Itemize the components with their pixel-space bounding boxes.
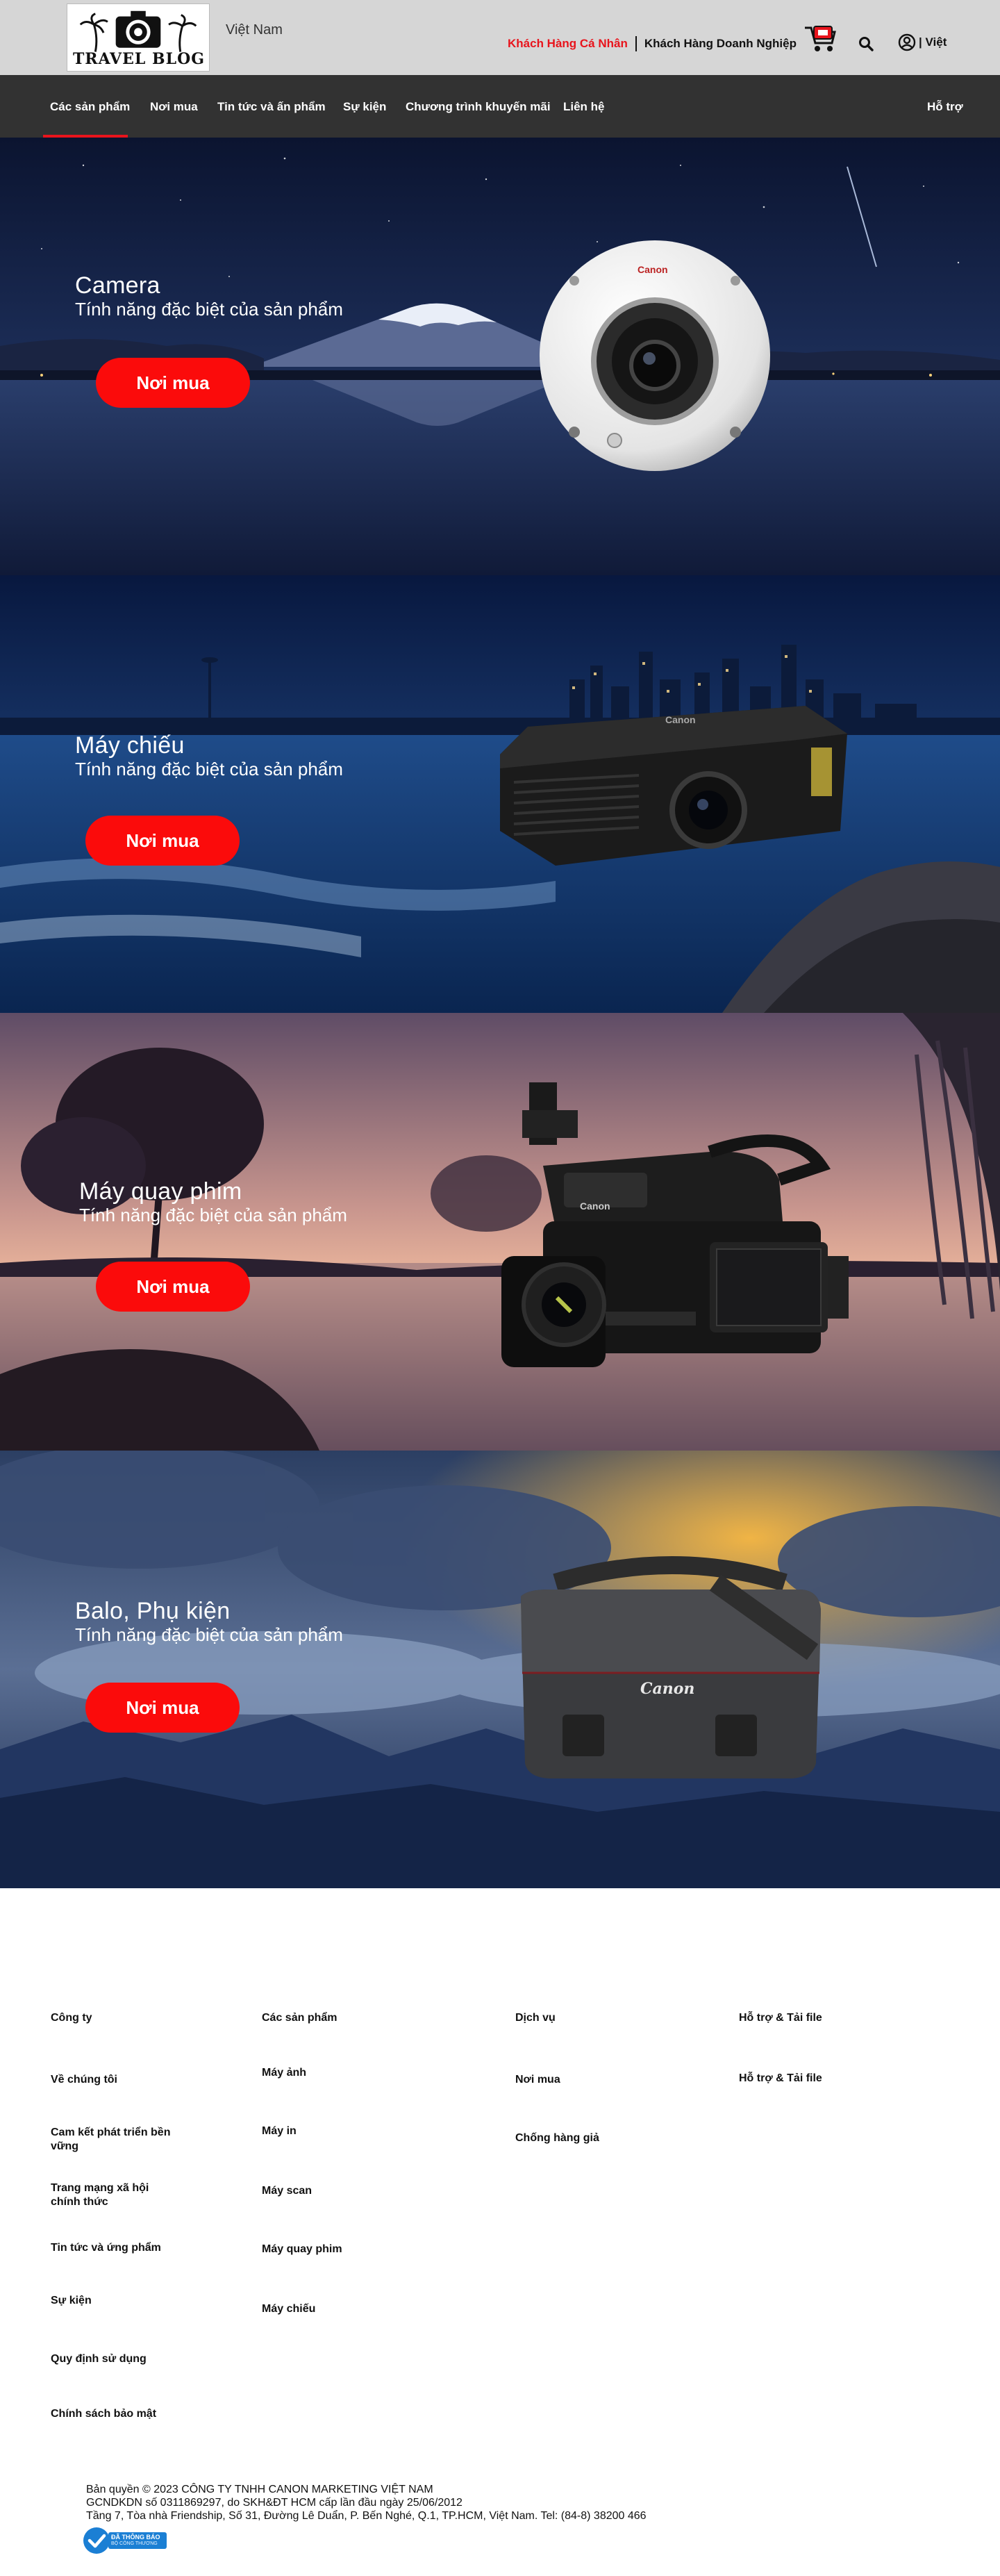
hero-subtitle: Tính năng đặc biệt của sản phẩm xyxy=(79,1205,347,1225)
dome-camera-brand: Canon xyxy=(638,264,668,275)
business-registration-line: GCNDKDN số 0311869297, do SKH&ĐT HCM cấp… xyxy=(86,2497,462,2509)
footer-col-title-company: Công ty xyxy=(51,2012,92,2024)
cart-icon[interactable] xyxy=(803,24,838,53)
footer-link-scanners[interactable]: Máy scan xyxy=(262,2184,312,2198)
hero-title: Balo, Phụ kiện xyxy=(75,1598,231,1624)
footer-link-projectors[interactable]: Máy chiếu xyxy=(262,2302,315,2316)
business-customer-link[interactable]: Khách Hàng Doanh Nghiệp xyxy=(644,37,797,51)
nav-item-promotions[interactable]: Chương trình khuyến mãi xyxy=(406,100,551,114)
user-account-icon[interactable] xyxy=(898,33,916,51)
badge-subtitle: BỘ CÔNG THƯƠNG xyxy=(111,2541,158,2546)
search-icon[interactable] xyxy=(858,36,874,51)
nav-item-support[interactable]: Hỗ trợ xyxy=(927,100,963,114)
bag-brand-logo: Canon xyxy=(640,1680,695,1698)
personal-customer-link[interactable]: Khách Hàng Cá Nhân xyxy=(508,37,628,51)
site-logo[interactable]: TRAVEL BLOG xyxy=(67,3,210,72)
hero-banner-bag: Canon Balo, Phụ kiện Tính năng đặc biệt … xyxy=(0,1451,1000,1888)
footer-link-where-to-buy[interactable]: Nơi mua xyxy=(515,2073,560,2087)
where-to-buy-button[interactable]: Nơi mua xyxy=(96,358,250,408)
footer-link-terms[interactable]: Quy định sử dụng xyxy=(51,2352,147,2366)
footer-link-anti-counterfeit[interactable]: Chống hàng giả xyxy=(515,2131,599,2145)
footer-col-title-support: Hỗ trợ & Tải file xyxy=(739,2012,822,2024)
nav-item-events[interactable]: Sự kiện xyxy=(343,100,386,114)
nav-item-contact[interactable]: Liên hệ xyxy=(563,100,605,114)
camcorder-brand: Canon xyxy=(580,1200,610,1212)
night-lake-mountain-background xyxy=(0,138,1000,575)
where-to-buy-button[interactable]: Nơi mua xyxy=(85,1683,240,1733)
hero-title: Máy quay phim xyxy=(79,1178,242,1205)
logo-text: TRAVEL BLOG xyxy=(72,50,206,68)
footer-col-title-products: Các sản phẩm xyxy=(262,2012,338,2024)
footer-link-cameras[interactable]: Máy ảnh xyxy=(262,2066,306,2080)
audience-links: Khách Hàng Cá Nhân Khách Hàng Doanh Nghi… xyxy=(508,36,797,51)
nav-item-news[interactable]: Tin tức và ấn phẩm xyxy=(217,100,326,114)
address-line: Tầng 7, Tòa nhà Friendship, Số 31, Đường… xyxy=(86,2510,647,2522)
copyright-line: Bản quyền © 2023 CÔNG TY TNHH CANON MARK… xyxy=(86,2484,433,2495)
copyright-block: Bản quyền © 2023 CÔNG TY TNHH CANON MARK… xyxy=(86,2483,647,2523)
footer-link-printers[interactable]: Máy in xyxy=(262,2124,297,2138)
hero-banner-projector: Canon Máy chiếu Tính năng đặc biệt của s… xyxy=(0,575,1000,1013)
where-to-buy-button[interactable]: Nơi mua xyxy=(85,816,240,866)
footer-link-sustainability[interactable]: Cam kết phát triển bền vững xyxy=(51,2126,190,2154)
language-selector[interactable]: | Việt xyxy=(919,35,947,49)
projector-brand: Canon xyxy=(665,714,696,725)
clouds-mountains-background xyxy=(0,1451,1000,1888)
camcorder-image xyxy=(501,1082,849,1367)
where-to-buy-button[interactable]: Nơi mua xyxy=(96,1262,250,1312)
footer-link-camcorders[interactable]: Máy quay phim xyxy=(262,2243,342,2256)
hero-banner-camera: Canon Camera Tính năng đặc biệt của sản … xyxy=(0,138,1000,575)
check-badge-icon xyxy=(83,2527,167,2554)
nav-item-where-to-buy[interactable]: Nơi mua xyxy=(150,100,198,114)
camera-bag-image xyxy=(521,1556,821,1778)
footer-link-events[interactable]: Sự kiện xyxy=(51,2294,92,2308)
hero-subtitle: Tính năng đặc biệt của sản phẩm xyxy=(75,299,343,320)
hero-subtitle: Tính năng đặc biệt của sản phẩm xyxy=(75,1624,343,1645)
audience-divider xyxy=(635,36,637,51)
footer-link-news[interactable]: Tin tức và ứng phẩm xyxy=(51,2241,161,2255)
country-label[interactable]: Việt Nam xyxy=(226,22,283,38)
ministry-registered-badge[interactable]: ĐÃ THÔNG BÁO BỘ CÔNG THƯƠNG xyxy=(82,2526,169,2555)
main-navigation: Các sản phẩm Nơi mua Tin tức và ấn phẩm … xyxy=(0,75,1000,138)
hero-banner-camcorder: Canon Máy quay phim Tính năng đặc biệt c… xyxy=(0,1013,1000,1451)
badge-title: ĐÃ THÔNG BÁO xyxy=(111,2534,160,2541)
footer-link-about[interactable]: Về chúng tôi xyxy=(51,2073,117,2087)
footer-link-support-downloads[interactable]: Hỗ trợ & Tải file xyxy=(739,2072,822,2086)
nav-item-products[interactable]: Các sản phẩm xyxy=(50,100,130,114)
account-language[interactable]: | Việt xyxy=(898,33,947,51)
hero-subtitle: Tính năng đặc biệt của sản phẩm xyxy=(75,759,343,779)
footer-col-title-services: Dịch vụ xyxy=(515,2012,556,2024)
footer-link-privacy[interactable]: Chính sách bảo mật xyxy=(51,2407,156,2421)
footer-link-social[interactable]: Trang mạng xã hội chính thức xyxy=(51,2181,176,2209)
hero-title: Máy chiếu xyxy=(75,732,185,759)
hero-title: Camera xyxy=(75,272,160,299)
top-bar: TRAVEL BLOG Việt Nam Khách Hàng Cá Nhân … xyxy=(0,0,1000,75)
